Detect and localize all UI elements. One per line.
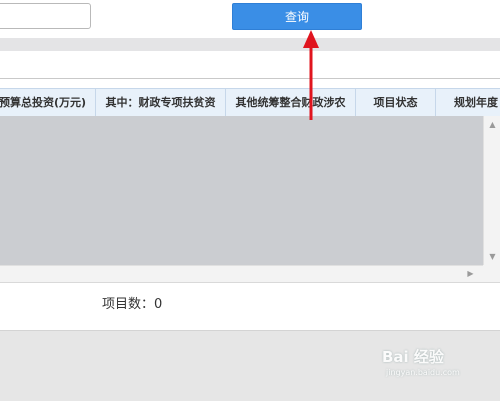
search-input[interactable] (0, 3, 91, 29)
scroll-corner (483, 265, 500, 282)
project-count-label: 项目数：0 (102, 297, 163, 312)
grid-toolbar (0, 51, 500, 79)
scroll-up-icon[interactable]: ▲ (484, 120, 500, 129)
red-arrow-icon (303, 30, 319, 120)
grid-header-row: 预算总投资(万元) 其中：财政专项扶贫资 其他统筹整合财政涉农 项目状态 规划年… (0, 88, 500, 118)
watermark: Bai 经验 jingyan.baidu.com (382, 346, 494, 386)
search-toolbar: 查询 (0, 0, 500, 38)
column-header-agri-funds[interactable]: 其他统筹整合财政涉农 (226, 89, 356, 117)
vertical-scrollbar[interactable]: ▲ ▼ (483, 116, 500, 265)
scroll-down-icon[interactable]: ▼ (484, 252, 500, 261)
grid-body (0, 116, 483, 265)
column-header-poverty-funds[interactable]: 其中：财政专项扶贫资 (96, 89, 226, 117)
separator-band (0, 38, 500, 52)
horizontal-scrollbar[interactable]: ▶ (0, 265, 483, 282)
watermark-url: jingyan.baidu.com (386, 368, 460, 377)
column-header-budget[interactable]: 预算总投资(万元) (0, 89, 96, 117)
column-header-project-status[interactable]: 项目状态 (356, 89, 436, 117)
scroll-right-icon[interactable]: ▶ (462, 269, 479, 278)
arrow-head (303, 30, 319, 48)
query-button[interactable]: 查询 (232, 3, 362, 30)
column-header-plan-year[interactable]: 规划年度 (436, 89, 500, 117)
grid-footer (0, 282, 500, 331)
watermark-logo: Bai 经验 (382, 348, 444, 366)
